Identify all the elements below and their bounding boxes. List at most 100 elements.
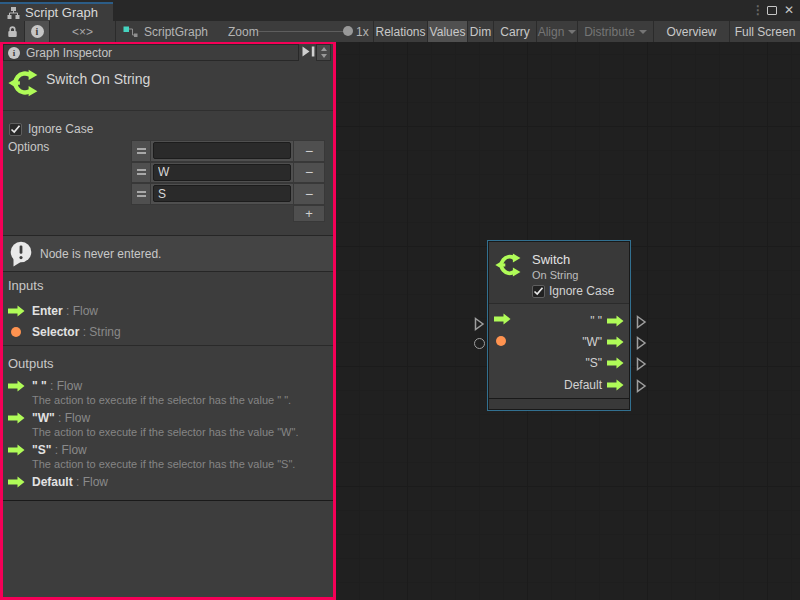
align-button[interactable]: Align (536, 21, 577, 42)
unit-title: Switch On String (46, 71, 150, 87)
option-value-input[interactable] (153, 185, 291, 202)
drag-handle[interactable] (131, 162, 151, 184)
up-arrow-icon (321, 47, 327, 51)
node-port-row[interactable]: "W" (489, 331, 629, 352)
inspector-title: Graph Inspector (26, 46, 112, 60)
graph-name-label: ScriptGraph (144, 25, 208, 39)
flow-output-connector-icon[interactable] (636, 315, 647, 329)
dim-button[interactable]: Dim (467, 21, 493, 42)
option-value-input[interactable] (153, 142, 291, 159)
dock-icon[interactable] (302, 46, 315, 57)
inputs-header: Inputs (8, 278, 43, 293)
port-type: : Flow (51, 443, 86, 457)
checkbox-icon (9, 123, 22, 136)
port-label: "S" (585, 356, 602, 370)
output-port-space: " " : Flow (32, 379, 82, 392)
switch-icon (8, 67, 38, 99)
carry-button[interactable]: Carry (493, 21, 536, 42)
flow-output-connector-icon[interactable] (636, 379, 647, 393)
graph-breadcrumb[interactable]: ScriptGraph (123, 21, 208, 42)
flow-input-connector-icon[interactable] (474, 317, 485, 331)
node-port-row[interactable]: Default (489, 374, 629, 395)
relations-button[interactable]: Relations (373, 21, 427, 42)
zoom-label: Zoom (228, 21, 259, 42)
toolbar-separator (115, 21, 116, 42)
switch-icon (495, 251, 521, 279)
zoom-slider-handle[interactable] (343, 26, 353, 36)
zoom-slider-track[interactable] (258, 31, 348, 32)
remove-option-button[interactable]: − (293, 183, 325, 205)
port-name: "S" (32, 443, 51, 457)
option-row: − (131, 140, 325, 162)
value-input-connector-icon[interactable] (474, 338, 485, 349)
node-title: Switch (532, 252, 570, 267)
port-name: Enter (32, 304, 63, 318)
port-label: " " (590, 314, 602, 328)
port-description: The action to execute if the selector ha… (32, 426, 298, 438)
output-port-default: Default : Flow (32, 475, 108, 488)
option-row: − (131, 162, 325, 184)
flow-port-icon (607, 357, 624, 369)
remove-option-button[interactable]: − (293, 162, 325, 184)
flow-input-port-icon[interactable] (494, 313, 511, 325)
port-description: The action to execute if the selector ha… (32, 394, 291, 406)
options-list: − − − + (131, 140, 325, 223)
node-footer (489, 398, 629, 409)
lock-icon (7, 25, 18, 38)
ignore-case-checkbox[interactable]: Ignore Case (9, 122, 93, 136)
node-ignore-case-checkbox[interactable]: Ignore Case (532, 284, 614, 298)
overview-button[interactable]: Overview (653, 21, 729, 42)
window-menu-icon[interactable]: ⋮ (752, 3, 764, 17)
window-maximize-icon[interactable] (767, 6, 777, 15)
port-label: "W" (582, 335, 602, 349)
option-value-input[interactable] (153, 164, 291, 181)
tab-script-graph[interactable]: Script Graph (0, 2, 113, 21)
flow-port-icon (8, 305, 25, 317)
inspector-title-bar[interactable]: i Graph Inspector (3, 44, 299, 61)
graph-inspector-panel: i Graph Inspector Switch On String Ignor… (0, 42, 336, 600)
scroll-down-button[interactable] (317, 53, 330, 61)
warning-text: Node is never entered. (40, 247, 161, 261)
input-port-selector: Selector : String (32, 325, 121, 338)
options-label: Options (8, 140, 49, 154)
value-input-port-icon[interactable] (496, 336, 506, 346)
flow-output-connector-icon[interactable] (636, 336, 647, 350)
drag-handle-icon (137, 191, 146, 197)
node-port-row[interactable]: "S" (489, 353, 629, 374)
flow-port-icon (607, 336, 624, 348)
flow-port-icon (607, 379, 624, 391)
flow-port-icon (8, 476, 25, 488)
drag-handle[interactable] (131, 183, 151, 205)
node-checkbox-label: Ignore Case (549, 284, 614, 298)
graph-tab-icon (7, 7, 20, 19)
warning-bubble-icon (8, 241, 33, 267)
full-screen-button[interactable]: Full Screen (729, 21, 800, 42)
drag-handle[interactable] (131, 140, 151, 162)
info-icon: i (31, 25, 44, 38)
window-close-icon[interactable]: ✕ (784, 3, 794, 17)
port-description: The action to execute if the selector ha… (32, 458, 295, 470)
outputs-header: Outputs (8, 356, 54, 371)
remove-option-button[interactable]: − (293, 140, 325, 162)
ignore-case-label: Ignore Case (28, 122, 93, 136)
info-icon: i (8, 47, 20, 59)
drag-handle-icon (137, 169, 146, 175)
port-type: : Flow (63, 304, 98, 318)
dropdown-arrow-icon (568, 30, 576, 34)
inspector-toggle-button[interactable]: i (25, 21, 49, 42)
tab-label: Script Graph (25, 5, 98, 20)
scroll-up-button[interactable] (317, 45, 330, 53)
flow-port-icon (8, 412, 25, 424)
distribute-button[interactable]: Distribute (577, 21, 653, 42)
code-view-button[interactable]: <×> (50, 21, 115, 42)
flow-output-connector-icon[interactable] (636, 357, 647, 371)
warning-box: Node is never entered. (2, 235, 334, 272)
lock-button[interactable] (0, 21, 24, 42)
switch-on-string-node[interactable]: Switch On String Ignore Case " " "W" (487, 240, 631, 411)
port-name: " " (32, 379, 47, 393)
toolbar-separator (24, 21, 25, 42)
values-button[interactable]: Values (427, 21, 467, 42)
node-header[interactable]: Switch On String Ignore Case (489, 242, 629, 304)
script-graph-icon (123, 26, 138, 38)
add-option-button[interactable]: + (293, 205, 325, 222)
